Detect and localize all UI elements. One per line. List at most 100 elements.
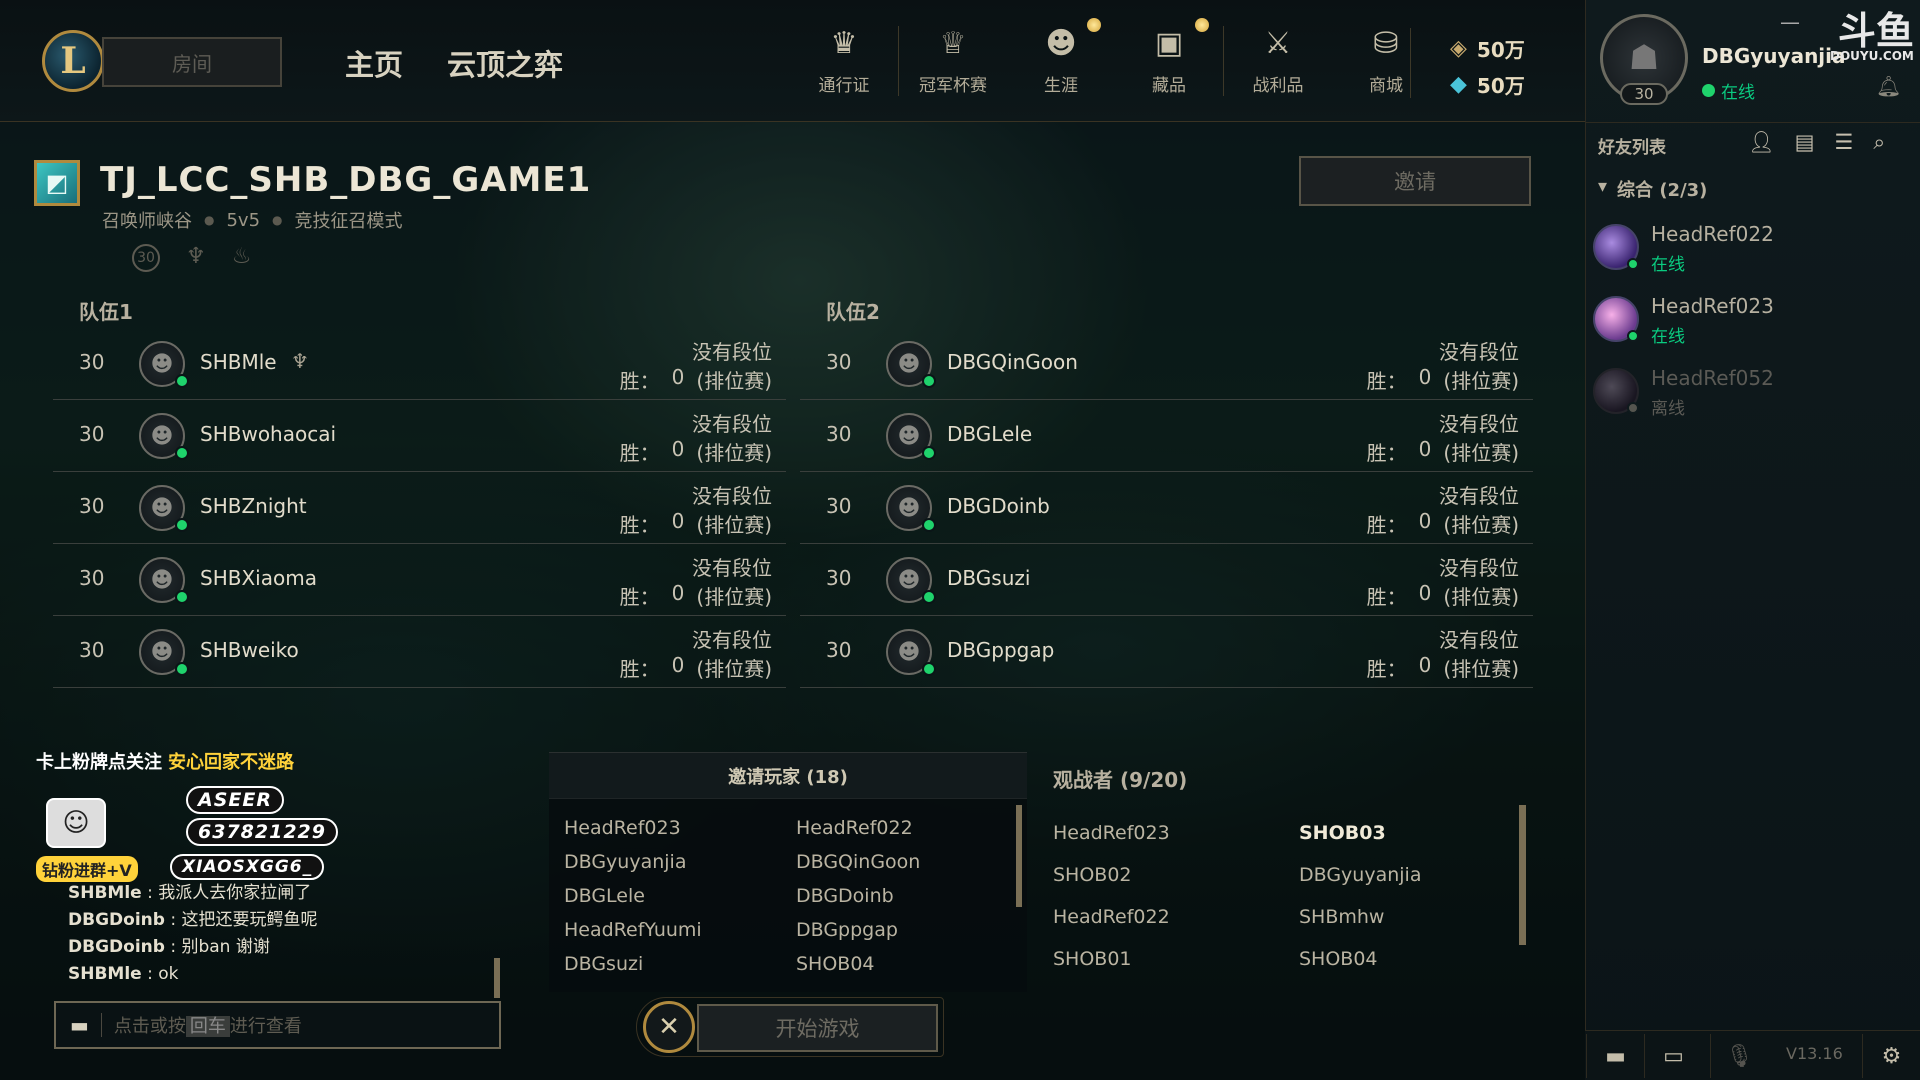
list-view-icon[interactable]: ☰ (1835, 130, 1854, 155)
friend-group-header[interactable]: ▾ 综合 (2/3) (1598, 176, 1707, 202)
settings-icon[interactable]: ⚙ (1862, 1034, 1920, 1078)
wins-count: 0 (671, 509, 685, 533)
queue-type: (排位赛) (1443, 585, 1519, 609)
player-rank: 没有段位 (1439, 556, 1519, 580)
player-wins: 胜： 0 (排位赛) (1367, 437, 1519, 466)
player-row[interactable]: 30 ☻ SHBwohaocai 没有段位 胜： 0 (排位赛) (53, 400, 786, 472)
wins-label: 胜： (619, 369, 660, 393)
league-logo-button[interactable]: L (42, 30, 104, 92)
invited-player[interactable]: DBGyuyanjia (564, 851, 796, 875)
nav-profile[interactable]: ☻ 生涯 (1007, 18, 1115, 96)
add-folder-icon[interactable]: ▤ (1795, 130, 1815, 155)
minimize-button[interactable]: — (1780, 10, 1800, 34)
nav-collection[interactable]: ▣ 藏品 (1115, 18, 1223, 96)
spectator[interactable]: HeadRef023 (1053, 822, 1299, 847)
team1-roster: 30 ☻ SHBMle ♆ 没有段位 胜： 0 (排位赛) 30 ☻ SHBwoha… (53, 328, 786, 688)
chat-message: SHBMle : 我派人去你家拉闸了 (68, 883, 312, 903)
player-row[interactable]: 30 ☻ SHBZnight 没有段位 胜： 0 (排位赛) (53, 472, 786, 544)
douyu-watermark: 斗鱼 DOUYU.COM (1830, 0, 1914, 63)
profile-status[interactable]: 在线 (1702, 78, 1755, 103)
wins-count: 0 (1418, 581, 1432, 605)
spectator[interactable]: HeadRef022 (1053, 906, 1299, 931)
currency-display[interactable]: ◈ 50万 ◆ 50万 (1450, 30, 1525, 102)
spectators-scrollbar[interactable] (1519, 805, 1526, 945)
mission-icon[interactable]: ▭ (1644, 1034, 1702, 1078)
player-row[interactable]: 30 ☻ DBGDoinb 没有段位 胜： 0 (排位赛) (800, 472, 1533, 544)
wins-count: 0 (671, 653, 685, 677)
player-row[interactable]: 30 ☻ SHBweiko 没有段位 胜： 0 (排位赛) (53, 616, 786, 688)
blue-essence-amount: 50万 (1476, 37, 1525, 62)
invited-player[interactable]: HeadRef022 (796, 817, 1028, 841)
cartoon-mascot-icon: ☺ (46, 798, 106, 848)
queue-type: (排位赛) (1443, 657, 1519, 681)
lobby-mode: 竞技征召模式 (294, 211, 403, 232)
player-row[interactable]: 30 ☻ SHBXiaoma 没有段位 胜： 0 (排位赛) (53, 544, 786, 616)
invited-player[interactable]: DBGQinGoon (796, 851, 1028, 875)
invited-scrollbar[interactable] (1016, 805, 1022, 907)
chat-scrollbar[interactable] (494, 958, 500, 998)
invited-player[interactable]: HeadRef023 (564, 817, 796, 841)
queue-type: (排位赛) (696, 441, 772, 465)
room-button[interactable]: 房间 (102, 37, 282, 87)
search-icon[interactable]: ⌕ (1873, 130, 1885, 155)
invited-player[interactable]: DBGppgap (796, 919, 1028, 943)
player-row[interactable]: 30 ☻ SHBMle ♆ 没有段位 胜： 0 (排位赛) (53, 328, 786, 400)
microphone-icon[interactable]: 🎙︎ (1710, 1034, 1768, 1078)
player-level: 30 (826, 494, 852, 518)
friend-item[interactable]: HeadRef023 在线 (1593, 290, 1913, 354)
chat-message: DBGDoinb : 别ban 谢谢 (68, 937, 270, 957)
invited-player[interactable]: DBGLele (564, 885, 796, 909)
spectator[interactable]: SHOB01 (1053, 948, 1299, 973)
riot-points-icon: ◆ (1450, 71, 1467, 97)
bell-icon[interactable]: 🔔︎ (1876, 74, 1901, 98)
friend-name: HeadRef022 (1651, 222, 1774, 246)
player-row[interactable]: 30 ☻ DBGLele 没有段位 胜： 0 (排位赛) (800, 400, 1533, 472)
spectator[interactable]: SHOB02 (1053, 864, 1299, 889)
invited-player[interactable]: HeadRefYuumi (564, 919, 796, 943)
nav-tft[interactable]: 云顶之弈 (447, 42, 563, 84)
honor-icon: ♨ (231, 244, 252, 269)
chat-bubble-icon: ▬ (70, 1013, 89, 1037)
player-row[interactable]: 30 ☻ DBGsuzi 没有段位 胜： 0 (排位赛) (800, 544, 1533, 616)
spectator[interactable]: SHBmhw (1299, 906, 1499, 931)
invited-player[interactable]: DBGsuzi (564, 953, 796, 977)
leave-lobby-button[interactable]: ✕ (643, 1001, 695, 1053)
online-status-icon (922, 662, 936, 676)
nav-pass[interactable]: ♛ 通行证 (790, 26, 898, 96)
player-rank: 没有段位 (692, 628, 772, 652)
add-friend-icon[interactable]: 👤︎ (1748, 130, 1775, 155)
spectator[interactable]: SHOB04 (1299, 948, 1499, 973)
friend-item[interactable]: HeadRef022 在线 (1593, 218, 1913, 282)
player-row[interactable]: 30 ☻ DBGppgap 没有段位 胜： 0 (排位赛) (800, 616, 1533, 688)
player-row[interactable]: 30 ☻ DBGQinGoon 没有段位 胜： 0 (排位赛) (800, 328, 1533, 400)
bullet-separator: ● (272, 213, 283, 227)
invite-button[interactable]: 邀请 (1299, 156, 1531, 206)
player-wins: 胜： 0 (排位赛) (620, 437, 772, 466)
player-name: DBGQinGoon (947, 350, 1078, 374)
start-game-button[interactable]: 开始游戏 (697, 1004, 938, 1052)
chat-bubble-icon[interactable]: ▬ (1586, 1034, 1644, 1078)
player-rank: 没有段位 (692, 556, 772, 580)
invited-player[interactable]: DBGDoinb (796, 885, 1028, 909)
wins-count: 0 (1418, 437, 1432, 461)
player-level: 30 (79, 566, 105, 590)
queue-type: (排位赛) (696, 585, 772, 609)
close-icon: ✕ (658, 1012, 680, 1042)
nav-champion-cup[interactable]: ♕ 冠军杯赛 (899, 26, 1007, 96)
player-wins: 胜： 0 (排位赛) (1367, 653, 1519, 682)
wins-count: 0 (671, 365, 685, 389)
player-rank: 没有段位 (1439, 628, 1519, 652)
nav-loot[interactable]: ⚔ 战利品 (1224, 26, 1332, 96)
online-status-icon (175, 518, 189, 532)
friend-item[interactable]: HeadRef052 离线 (1593, 362, 1913, 426)
invited-player[interactable]: SHOB04 (796, 953, 1028, 977)
nav-store[interactable]: ⛁ 商城 (1332, 26, 1440, 96)
online-status-icon (1627, 330, 1639, 342)
spectator-self[interactable]: SHOB03 (1299, 822, 1499, 847)
nav-home[interactable]: 主页 (345, 42, 403, 84)
spectator[interactable]: DBGyuyanjia (1299, 864, 1499, 889)
profile-name: DBGyuyanjia (1702, 44, 1846, 68)
chat-input[interactable]: ▬ 点击或按 回车 进行查看 (54, 1001, 501, 1049)
chat-input-hint: 点击或按 回车 进行查看 (114, 1012, 302, 1038)
lobby-map: 召唤师峡谷 (102, 211, 192, 232)
